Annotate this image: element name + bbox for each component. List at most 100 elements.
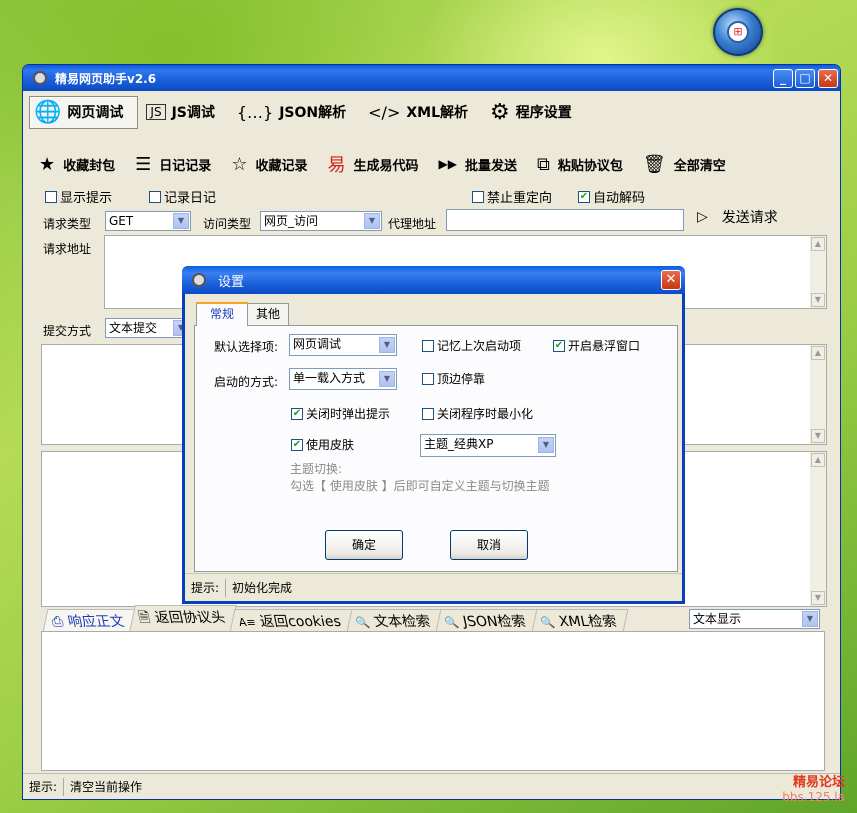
chevron-down-icon: ▼ <box>538 437 554 453</box>
tab-settings[interactable]: ⚙ 程序设置 <box>486 96 586 129</box>
checkbox-box <box>422 407 434 420</box>
generate-code-button[interactable]: 易生成易代码 <box>327 151 418 177</box>
select-value: 文本提交 <box>109 321 158 335</box>
save-packet-button[interactable]: ★ 收藏封包 <box>39 154 115 175</box>
tab-label: XML检索 <box>557 614 619 630</box>
ok-button[interactable]: 确定 <box>325 530 403 560</box>
settings-dialog: 设置 ✕ 常规 其他 默认选择项: 网页调试 ▼ 记忆上次启动项 ✔ 开启悬浮窗口 … <box>182 266 685 604</box>
checkbox-label: 记忆上次启动项 <box>437 339 522 353</box>
favorites-button[interactable]: ☆ 收藏记录 <box>231 154 307 175</box>
checkbox-label: 记录日记 <box>164 191 217 206</box>
title-bar: 精易网页助手v2.6 <box>23 65 840 91</box>
checkbox-label: 禁止重定向 <box>487 191 553 206</box>
search-icon: 🔍 <box>443 616 461 629</box>
default-select[interactable]: 网页调试 ▼ <box>289 334 397 356</box>
send-request-button[interactable]: ▷ 发送请求 <box>697 207 778 227</box>
document-icon: 🗎 <box>136 610 152 626</box>
tab-label: XML解析 <box>406 105 468 121</box>
dock-top-checkbox[interactable]: 顶边停靠 <box>422 370 485 387</box>
tab-js-debug[interactable]: JS JS调试 <box>142 96 228 129</box>
checkmark-icon: ✔ <box>553 339 565 352</box>
fast-forward-icon: ▶▶ <box>438 157 457 171</box>
checkmark-icon: ✔ <box>291 407 303 420</box>
tab-xml-parse[interactable]: </> XML解析 <box>364 96 482 129</box>
log-diary-checkbox[interactable]: 记录日记 <box>149 187 216 206</box>
scrollbar[interactable]: ▲ ▼ <box>810 452 826 606</box>
checkbox-label: 显示提示 <box>60 191 113 206</box>
chevron-down-icon: ▼ <box>173 213 189 229</box>
batch-send-button[interactable]: ▶▶ 批量发送 <box>438 155 516 174</box>
tab-response-body[interactable]: ⎙ 响应正文 <box>42 609 136 632</box>
status-text: 清空当前操作 <box>70 780 143 794</box>
cancel-button[interactable]: 取消 <box>450 530 528 560</box>
window-title: 精易网页助手v2.6 <box>55 71 157 86</box>
checkbox-box <box>45 190 57 203</box>
proxy-label: 代理地址 <box>388 217 437 231</box>
tab-other[interactable]: 其他 <box>247 303 289 325</box>
tab-label: 返回cookies <box>258 614 344 630</box>
tab-label: 网页调试 <box>67 105 124 121</box>
bookmark-star-icon: ★ <box>39 153 56 175</box>
scrollbar[interactable]: ▲ ▼ <box>810 345 826 444</box>
tool-label: 全部清空 <box>673 158 726 174</box>
list-icon: ☰ <box>135 153 152 175</box>
close-tip-checkbox[interactable]: ✔ 关闭时弹出提示 <box>291 405 390 422</box>
select-value: 网页调试 <box>293 337 342 351</box>
maximize-button[interactable]: □ <box>795 69 815 88</box>
tab-json-search[interactable]: 🔍 JSON检索 <box>436 609 538 632</box>
show-tip-checkbox[interactable]: 显示提示 <box>45 187 112 206</box>
copy-icon: ⧉ <box>536 153 550 175</box>
no-redirect-checkbox[interactable]: 禁止重定向 <box>472 187 552 206</box>
tab-label: JS调试 <box>171 105 215 121</box>
theme-select[interactable]: 主题_经典XP ▼ <box>420 434 556 457</box>
gear-icon: ⚙ <box>490 99 510 125</box>
code-icon: </> <box>368 102 401 122</box>
chevron-down-icon: ▼ <box>379 337 395 353</box>
diary-log-button[interactable]: ☰ 日记记录 <box>135 154 211 175</box>
display-mode-select[interactable]: 文本显示 ▼ <box>689 609 820 629</box>
checkbox-box <box>472 190 484 203</box>
response-textarea[interactable] <box>41 631 825 771</box>
tab-response-headers[interactable]: 🗎 返回协议头 <box>128 605 237 632</box>
chevron-down-icon: ▼ <box>379 371 395 387</box>
tool-label: 收藏封包 <box>63 158 116 174</box>
scrollbar[interactable]: ▲ ▼ <box>810 236 826 308</box>
tab-label: JSON检索 <box>462 614 528 630</box>
tab-xml-search[interactable]: 🔍 XML检索 <box>531 609 629 632</box>
tab-web-debug[interactable]: 🌐 网页调试 <box>29 95 139 129</box>
tab-text-search[interactable]: 🔍 文本检索 <box>346 609 442 632</box>
select-value: 单一载入方式 <box>293 371 366 385</box>
proxy-input[interactable] <box>446 209 684 231</box>
dialog-close-button[interactable]: ✕ <box>661 270 681 290</box>
checkbox-label: 使用皮肤 <box>306 438 355 452</box>
select-value: 网页_访问 <box>264 214 319 228</box>
auto-decode-checkbox[interactable]: ✔ 自动解码 <box>578 187 645 206</box>
minimize-button[interactable]: _ <box>773 69 793 88</box>
search-icon: 🔍 <box>539 616 557 629</box>
tab-json-parse[interactable]: {…} JSON解析 <box>233 96 360 129</box>
status-text: 初始化完成 <box>232 581 293 595</box>
remember-last-checkbox[interactable]: 记忆上次启动项 <box>422 337 521 354</box>
select-value: 文本显示 <box>693 612 742 626</box>
minimize-on-close-checkbox[interactable]: 关闭程序时最小化 <box>422 405 533 422</box>
visit-type-select[interactable]: 网页_访问 ▼ <box>260 211 382 231</box>
paste-packet-button[interactable]: ⧉ 粘贴协议包 <box>537 154 623 175</box>
checkbox-label: 关闭时弹出提示 <box>306 407 391 421</box>
request-type-select[interactable]: GET ▼ <box>105 211 191 231</box>
request-type-label: 请求类型 <box>43 217 92 231</box>
submit-method-select[interactable]: 文本提交 ▼ <box>105 318 191 338</box>
status-bar: 提示: 清空当前操作 <box>23 773 840 799</box>
clear-all-button[interactable]: 🗑 全部清空 <box>643 154 726 175</box>
select-value: 主题_经典XP <box>424 437 494 451</box>
tab-general[interactable]: 常规 <box>196 302 248 326</box>
watermark-url: bbs.125.la <box>782 790 845 804</box>
use-skin-checkbox[interactable]: ✔ 使用皮肤 <box>291 436 354 453</box>
default-select-label: 默认选择项: <box>214 340 279 354</box>
start-mode-select[interactable]: 单一载入方式 ▼ <box>289 368 397 390</box>
start-orb-icon[interactable]: ⊞ <box>713 8 763 56</box>
forum-watermark: 精易论坛 bbs.125.la <box>782 775 845 805</box>
close-button[interactable]: ✕ <box>818 69 838 88</box>
tab-cookies[interactable]: A≡ 返回cookies <box>229 609 353 632</box>
checkbox-label: 顶边停靠 <box>437 372 486 386</box>
float-window-checkbox[interactable]: ✔ 开启悬浮窗口 <box>553 337 640 354</box>
